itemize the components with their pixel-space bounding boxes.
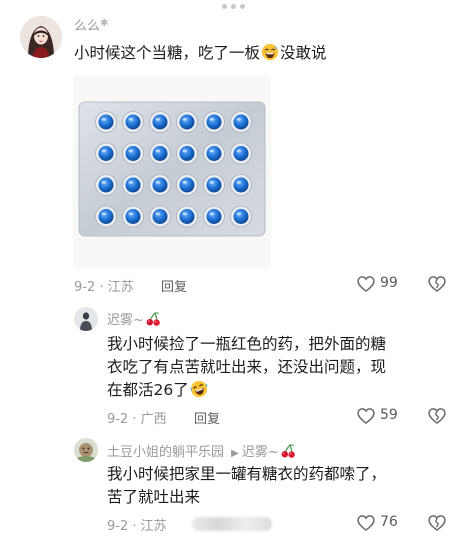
pill-highlight	[101, 181, 106, 184]
pill-highlight	[128, 212, 133, 216]
pill-highlight	[209, 118, 214, 121]
blue-pill	[179, 177, 195, 193]
pill-highlight	[182, 181, 187, 184]
blue-pill	[98, 177, 114, 193]
pill-highlight	[182, 149, 187, 153]
grinning-sweat-emoji-icon	[261, 43, 279, 61]
blue-pill	[125, 177, 141, 193]
comment-meta: 9-2 · 江苏	[74, 280, 134, 295]
top-indicator	[222, 0, 252, 9]
blue-pill	[152, 146, 168, 161]
comment-text: 我小时候捡了一瓶红色的药，把外面的糖 衣吃了有点苦就吐出来，还没出问题，现 在都…	[107, 335, 387, 399]
pill-highlight	[155, 118, 160, 121]
comment-username[interactable]: 么么✱	[74, 15, 108, 34]
reply-to-username[interactable]: 迟雾~	[242, 445, 279, 460]
like-count: 59	[380, 407, 398, 423]
comment-meta: 9-2 · 广西	[107, 412, 167, 427]
comment-text: 我小时候把家里一罐有糖衣的药都嗦了， 苦了就吐出来	[107, 465, 387, 506]
blue-pill	[179, 114, 195, 130]
blue-pill	[152, 209, 168, 224]
pill-highlight	[155, 149, 160, 153]
blue-pill	[125, 146, 141, 161]
reply-arrow-icon: ▶	[231, 448, 239, 459]
blue-pill	[179, 209, 195, 224]
heart-icon	[357, 515, 375, 532]
pill-highlight	[101, 118, 106, 121]
pill-highlight	[236, 149, 241, 153]
obscured-reply-button[interactable]	[192, 517, 272, 531]
comment-meta: 9-2 · 江苏	[107, 519, 167, 534]
avatar[interactable]	[20, 16, 62, 58]
blue-pill	[233, 209, 249, 224]
reply-button[interactable]: 回复	[194, 408, 220, 427]
reply-button[interactable]: 回复	[161, 276, 187, 295]
pill-highlight	[209, 149, 214, 153]
blue-pill	[206, 114, 222, 130]
heart-icon	[357, 408, 375, 425]
broken-heart-icon	[428, 515, 446, 532]
like-count: 99	[380, 275, 398, 291]
blue-pill	[233, 114, 249, 130]
cherries-emoji-icon	[146, 312, 160, 326]
blue-pill	[206, 146, 222, 161]
blue-pill	[98, 146, 114, 161]
author-mark-icon: ✱	[100, 18, 109, 29]
blue-pill	[206, 209, 222, 224]
like-count: 76	[380, 514, 398, 530]
pill-highlight	[236, 181, 241, 184]
dislike-button[interactable]	[427, 513, 447, 533]
rofl-emoji-icon	[190, 380, 207, 398]
cherries-emoji-icon	[281, 444, 295, 458]
broken-heart-icon	[428, 408, 446, 425]
blue-pill	[152, 114, 168, 130]
pill-highlight	[182, 212, 187, 216]
pill-highlight	[155, 212, 160, 216]
pill-highlight	[101, 149, 106, 153]
avatar[interactable]	[74, 438, 98, 462]
pill-highlight	[155, 181, 160, 184]
blue-pill	[98, 209, 114, 224]
heart-icon	[357, 276, 375, 293]
pill-highlight	[209, 212, 214, 216]
pill-highlight	[209, 181, 214, 184]
blue-pill	[206, 177, 222, 193]
avatar[interactable]	[74, 307, 98, 331]
blue-pill	[179, 146, 195, 161]
comment-username[interactable]: 土豆小姐的躺平乐园 ▶ 迟雾~	[107, 441, 297, 460]
pill-highlight	[236, 212, 241, 216]
comment-image[interactable]	[73, 76, 271, 268]
blue-pill	[233, 177, 249, 193]
broken-heart-icon	[428, 276, 446, 293]
comment-text: 小时候这个当糖，吃了一板 没敢说	[74, 43, 327, 62]
pill-highlight	[128, 181, 133, 184]
dislike-button[interactable]	[427, 274, 447, 294]
pill-highlight	[101, 212, 106, 216]
like-button[interactable]: 59	[356, 405, 402, 427]
pill-highlight	[128, 149, 133, 153]
blue-pill	[125, 209, 141, 224]
pill-highlight	[236, 118, 241, 121]
blue-pill	[98, 114, 114, 130]
blue-pill	[233, 146, 249, 161]
blue-pill	[152, 177, 168, 193]
like-button[interactable]: 99	[356, 273, 402, 295]
pill-highlight	[182, 118, 187, 121]
blue-pill	[125, 114, 141, 130]
dislike-button[interactable]	[427, 406, 447, 426]
comment-username[interactable]: 迟雾~	[107, 309, 162, 328]
like-button[interactable]: 76	[356, 512, 402, 534]
pill-highlight	[128, 118, 133, 121]
